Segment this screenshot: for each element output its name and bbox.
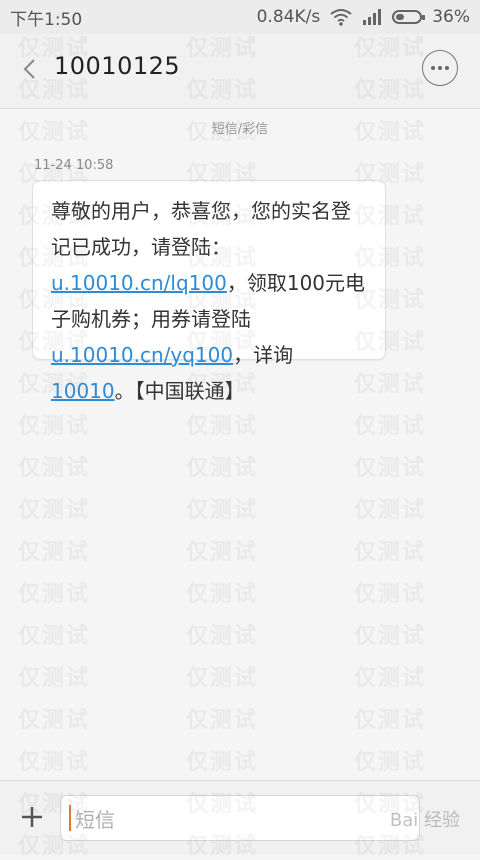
watermark-text: 仅测试	[186, 708, 259, 733]
watermark-text: 仅测试	[186, 414, 259, 439]
more-options-icon	[431, 66, 449, 70]
signal-icon	[363, 9, 382, 25]
watermark-text: 仅测试	[354, 624, 427, 649]
watermark-text: 仅测试	[186, 498, 259, 523]
watermark-text: 仅测试	[18, 624, 91, 649]
watermark-text: 仅测试	[186, 666, 259, 691]
watermark-text: 仅测试	[354, 666, 427, 691]
watermark-text: 仅测试	[18, 414, 91, 439]
watermark-text: 仅测试	[186, 624, 259, 649]
watermark-text: 仅测试	[354, 708, 427, 733]
watermark-text: 仅测试	[186, 750, 259, 775]
watermark-text: 仅测试	[186, 582, 259, 607]
watermark-text: 仅测试	[354, 540, 427, 565]
back-arrow-icon[interactable]	[20, 58, 42, 80]
message-text: ，详询	[233, 343, 294, 367]
battery-fill	[396, 14, 405, 20]
watermark-text: 仅测试	[18, 750, 91, 775]
message-timestamp: 11-24 10:58	[34, 158, 114, 173]
conversation-header: 10010125	[0, 34, 480, 109]
watermark-text: 仅测试	[354, 372, 427, 397]
conversation-title: 10010125	[54, 52, 181, 80]
message-input-placeholder: 短信	[75, 807, 115, 832]
message-link-lq100[interactable]: u.10010.cn/lq100	[51, 271, 227, 295]
watermark-text: 仅测试	[18, 582, 91, 607]
section-label: 短信/彩信	[211, 122, 269, 137]
status-bar: 下午1:50 0.84K/s 36%	[0, 0, 480, 34]
watermark-text: 仅测试	[18, 540, 91, 565]
watermark-text: 仅测试	[18, 498, 91, 523]
watermark-text: 仅测试	[354, 582, 427, 607]
watermark-text: 仅测试	[354, 498, 427, 523]
status-right-group: 0.84K/s 36%	[257, 7, 470, 27]
watermark-text: 仅测试	[354, 750, 427, 775]
text-caret	[69, 805, 71, 831]
network-speed: 0.84K/s	[256, 7, 321, 27]
watermark-text: 仅测试	[186, 540, 259, 565]
battery-icon	[392, 10, 426, 24]
watermark-text: 仅测试	[354, 456, 427, 481]
watermark-text: 仅测试	[18, 666, 91, 691]
message-link-yq100[interactable]: u.10010.cn/yq100	[51, 343, 233, 367]
message-text: 。【中国联通】	[114, 379, 245, 403]
status-time: 下午1:50	[10, 9, 83, 30]
watermark-text: 仅测试	[186, 456, 259, 481]
battery-percent: 36%	[432, 7, 470, 27]
watermark-text: 仅测试	[18, 456, 91, 481]
plus-icon[interactable]	[20, 805, 44, 829]
more-options-button[interactable]	[422, 50, 458, 86]
message-link-phone[interactable]: 10010	[51, 379, 115, 403]
message-text: 尊敬的用户，恭喜您，您的实名登记已成功，请登陆：	[51, 199, 351, 259]
corner-watermark: Bai 经验	[389, 810, 460, 831]
watermark-text: 仅测试	[18, 708, 91, 733]
wifi-icon	[330, 9, 352, 26]
watermark-text: 仅测试	[354, 414, 427, 439]
message-input[interactable]: 短信	[60, 795, 420, 841]
message-bubble[interactable]: 尊敬的用户，恭喜您，您的实名登记已成功，请登陆： u.10010.cn/lq100…	[32, 180, 386, 403]
